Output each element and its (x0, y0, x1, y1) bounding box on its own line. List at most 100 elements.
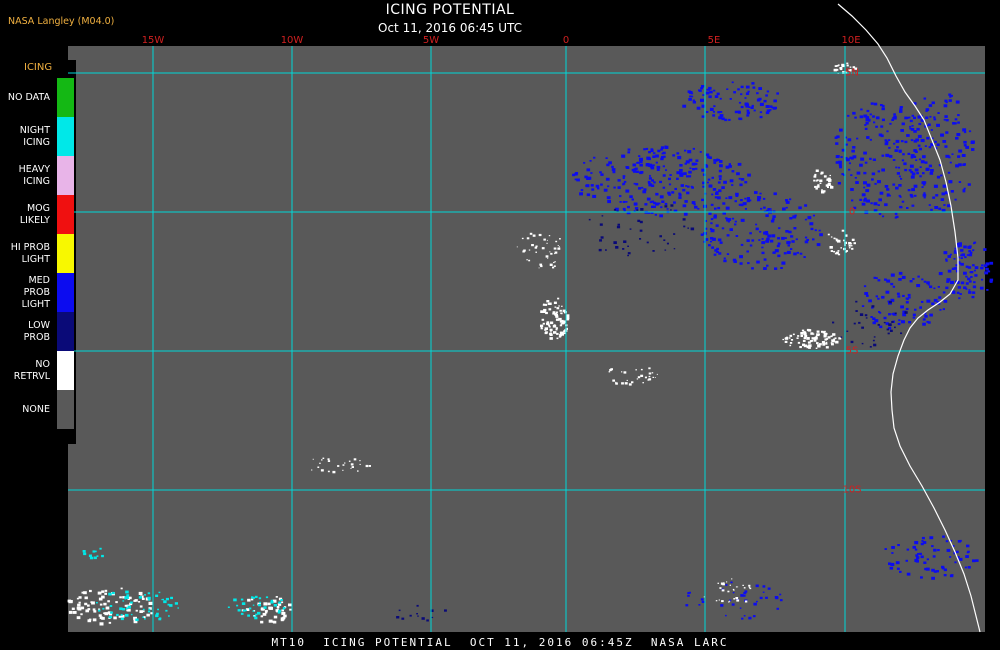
data-pixel (740, 93, 743, 96)
data-pixel (889, 122, 892, 125)
data-pixel (273, 604, 277, 607)
data-pixel (645, 164, 649, 167)
data-pixel (546, 322, 549, 325)
data-pixel (416, 604, 419, 607)
data-pixel (327, 458, 330, 460)
data-pixel (706, 155, 711, 159)
data-pixel (902, 294, 905, 297)
data-pixel (759, 115, 763, 119)
data-pixel (929, 313, 933, 317)
data-pixel (550, 252, 553, 255)
data-pixel (834, 136, 838, 139)
icing-potential-map-view: NASA Langley (M04.0) ICING POTENTIAL Oct… (0, 0, 1000, 650)
data-pixel (887, 332, 890, 335)
data-pixel (937, 112, 940, 114)
data-pixel (919, 306, 922, 309)
data-pixel (928, 164, 932, 168)
data-pixel (717, 238, 722, 242)
data-pixel (771, 234, 776, 238)
data-pixel (664, 145, 667, 148)
data-pixel (733, 260, 737, 263)
data-pixel (896, 172, 900, 175)
data-pixel (922, 193, 927, 197)
data-pixel (689, 167, 692, 170)
data-pixel (933, 570, 937, 573)
data-pixel (913, 139, 918, 143)
legend-item-none: NONE (0, 390, 76, 429)
data-pixel (679, 164, 683, 167)
data-pixel (921, 278, 924, 281)
data-pixel (963, 245, 967, 249)
data-pixel (142, 608, 145, 611)
data-pixel (782, 207, 786, 211)
data-pixel (98, 597, 103, 601)
data-pixel (692, 99, 695, 102)
data-pixel (814, 173, 817, 176)
data-pixel (782, 338, 784, 341)
data-pixel (560, 323, 563, 325)
data-pixel (627, 151, 631, 154)
data-pixel (535, 251, 537, 253)
data-pixel (762, 591, 765, 593)
data-pixel (927, 123, 931, 126)
data-pixel (815, 187, 818, 190)
data-pixel (926, 281, 930, 285)
data-pixel (941, 208, 946, 212)
data-pixel (846, 62, 849, 65)
data-pixel (138, 601, 141, 603)
data-pixel (668, 177, 671, 181)
data-pixel (907, 293, 911, 297)
data-pixel (718, 160, 723, 163)
data-pixel (641, 186, 644, 189)
data-pixel (726, 219, 730, 222)
data-pixel (899, 570, 902, 573)
data-pixel (93, 556, 97, 560)
data-pixel (83, 591, 87, 595)
data-pixel (613, 186, 616, 189)
data-pixel (837, 182, 841, 185)
data-pixel (835, 340, 839, 344)
data-pixel (816, 243, 821, 247)
data-pixel (923, 196, 926, 199)
data-pixel (950, 280, 954, 285)
data-pixel (867, 119, 871, 122)
data-pixel (941, 192, 946, 196)
data-pixel (632, 163, 637, 167)
data-pixel (934, 206, 939, 209)
data-pixel (144, 594, 146, 596)
data-pixel (871, 178, 874, 181)
data-pixel (431, 616, 434, 619)
data-pixel (526, 237, 530, 240)
data-pixel (945, 131, 949, 134)
data-pixel (426, 619, 429, 622)
data-pixel (273, 615, 278, 619)
data-pixel (165, 597, 169, 601)
data-pixel (781, 236, 785, 240)
data-pixel (725, 614, 727, 617)
data-pixel (729, 179, 734, 183)
data-pixel (892, 159, 896, 161)
data-pixel (767, 587, 771, 590)
data-pixel (158, 591, 161, 594)
data-pixel (954, 118, 958, 121)
data-pixel (845, 143, 848, 146)
data-pixel (552, 266, 555, 269)
data-pixel (827, 233, 830, 236)
data-pixel (155, 594, 159, 597)
data-pixel (78, 601, 81, 604)
data-pixel (531, 244, 534, 247)
data-pixel (763, 258, 767, 261)
data-pixel (813, 179, 816, 182)
data-pixel (679, 169, 683, 172)
data-pixel (942, 308, 945, 311)
data-pixel (959, 293, 962, 295)
data-pixel (713, 159, 717, 162)
data-pixel (746, 109, 750, 112)
data-pixel (914, 194, 917, 197)
data-pixel (653, 205, 656, 208)
data-pixel (555, 328, 558, 331)
data-pixel (771, 218, 775, 221)
data-pixel (682, 204, 687, 208)
data-pixel (866, 109, 870, 113)
data-pixel (644, 376, 647, 379)
